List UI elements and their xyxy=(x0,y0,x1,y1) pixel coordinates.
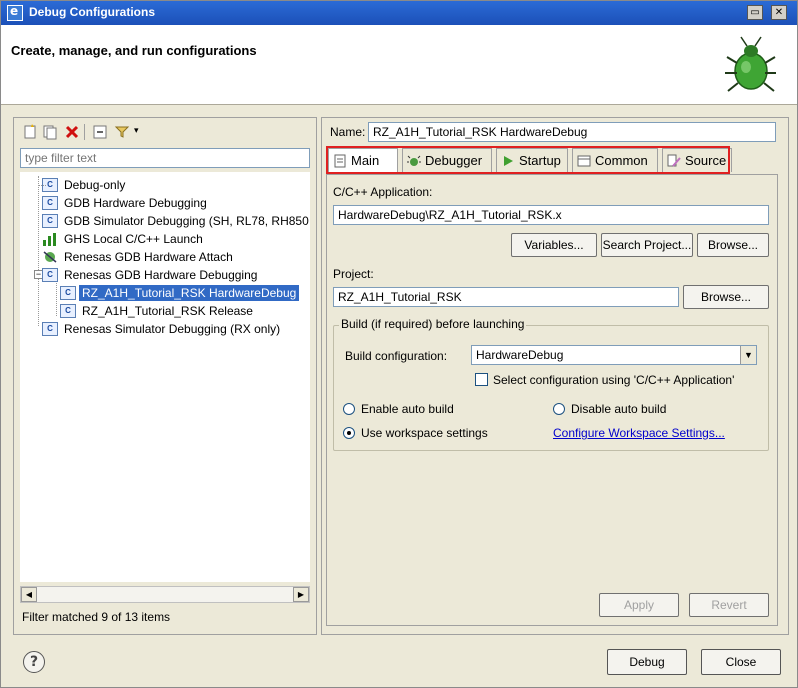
tree-item-label: Debug-only xyxy=(64,178,126,192)
tree-item-label: GDB Simulator Debugging (SH, RL78, RH850 xyxy=(64,214,309,228)
debug-button[interactable]: Debug xyxy=(607,649,687,675)
config-list-pane: ▾ C Debug-only C GDB Hardware Debugging … xyxy=(13,117,317,635)
debug-bug-icon xyxy=(725,36,776,92)
main-tab-content: C/C++ Application: HardwareDebug\RZ_A1H_… xyxy=(326,174,778,626)
eclipse-app-icon xyxy=(7,4,23,21)
config-detail-pane: Name: RZ_A1H_Tutorial_RSK HardwareDebug … xyxy=(321,117,789,635)
debug-configurations-dialog: Debug Configurations ▭ ✕ Create, manage,… xyxy=(0,0,798,688)
tree-item-renesas-gdb-hardware[interactable]: C Renesas GDB Hardware Debugging xyxy=(42,266,260,284)
use-workspace-radio[interactable] xyxy=(343,427,355,439)
select-config-checkbox[interactable] xyxy=(475,373,488,386)
tree-guide-line xyxy=(38,176,39,326)
header-title: Create, manage, and run configurations xyxy=(11,43,257,58)
tree-item-label: GHS Local C/C++ Launch xyxy=(64,232,203,246)
variables-button[interactable]: Variables... xyxy=(511,233,597,257)
attach-icon xyxy=(43,251,57,263)
tree-item-label: RZ_A1H_Tutorial_RSK HardwareDebug xyxy=(79,285,300,301)
revert-button[interactable]: Revert xyxy=(689,593,769,617)
enable-auto-build-radio[interactable] xyxy=(343,403,355,415)
scroll-right-icon[interactable]: ▶ xyxy=(293,587,309,602)
c-config-icon: C xyxy=(42,268,58,282)
c-config-icon: C xyxy=(42,322,58,336)
title-bar: Debug Configurations ▭ ✕ xyxy=(1,1,797,25)
horizontal-scrollbar[interactable]: ◀ ▶ xyxy=(20,586,310,603)
tree-item-hardwaredebug[interactable]: C RZ_A1H_Tutorial_RSK HardwareDebug xyxy=(60,284,300,302)
configure-workspace-link[interactable]: Configure Workspace Settings... xyxy=(553,426,725,440)
c-config-icon: C xyxy=(42,196,58,210)
use-workspace-label: Use workspace settings xyxy=(361,426,488,440)
filter-status: Filter matched 9 of 13 items xyxy=(22,610,171,624)
build-group-title: Build (if required) before launching xyxy=(339,317,527,331)
c-config-icon: C xyxy=(42,214,58,228)
tree-item-label: Renesas GDB Hardware Attach xyxy=(64,250,233,264)
tabs-highlight-box xyxy=(326,146,730,174)
tree-item-debug-only[interactable]: C Debug-only xyxy=(38,176,128,194)
build-config-select[interactable]: HardwareDebug ▼ xyxy=(471,345,757,365)
dropdown-arrow-icon[interactable]: ▾ xyxy=(134,126,139,136)
tree-item-ghs-launch[interactable]: GHS Local C/C++ Launch xyxy=(42,230,206,248)
name-field[interactable]: RZ_A1H_Tutorial_RSK HardwareDebug xyxy=(368,122,776,142)
dialog-header: Create, manage, and run configurations xyxy=(1,25,797,105)
select-config-label: Select configuration using 'C/C++ Applic… xyxy=(493,373,735,387)
tree-item-label: RZ_A1H_Tutorial_RSK Release xyxy=(82,304,253,318)
new-config-icon[interactable] xyxy=(22,124,38,140)
tree-item-gdb-simulator[interactable]: C GDB Simulator Debugging (SH, RL78, RH8… xyxy=(42,212,312,230)
disable-auto-build-label: Disable auto build xyxy=(571,402,667,416)
tree-branch xyxy=(38,185,46,186)
collapse-all-icon[interactable] xyxy=(92,124,108,140)
build-config-value: HardwareDebug xyxy=(476,348,564,362)
build-config-label: Build configuration: xyxy=(345,349,448,363)
app-label: C/C++ Application: xyxy=(333,185,433,199)
help-icon[interactable]: ? xyxy=(23,651,45,673)
config-tree: C Debug-only C GDB Hardware Debugging C … xyxy=(20,172,310,582)
browse-project-button[interactable]: Browse... xyxy=(683,285,769,309)
name-label: Name: xyxy=(330,125,366,139)
restore-button[interactable]: ▭ xyxy=(747,5,763,20)
tree-item-label: GDB Hardware Debugging xyxy=(64,196,207,210)
apply-button[interactable]: Apply xyxy=(599,593,679,617)
duplicate-icon[interactable] xyxy=(42,124,58,140)
ghs-icon xyxy=(43,233,56,246)
c-config-icon: C xyxy=(60,304,76,318)
tree-item-renesas-attach[interactable]: Renesas GDB Hardware Attach xyxy=(42,248,236,266)
scroll-left-icon[interactable]: ◀ xyxy=(21,587,37,602)
toolbar-separator xyxy=(84,124,85,140)
enable-auto-build-label: Enable auto build xyxy=(361,402,454,416)
tree-item-label: Renesas Simulator Debugging (RX only) xyxy=(64,322,281,336)
filter-icon[interactable] xyxy=(114,124,130,140)
tree-item-renesas-simulator[interactable]: C Renesas Simulator Debugging (RX only) xyxy=(42,320,283,338)
tree-item-label: Renesas GDB Hardware Debugging xyxy=(64,268,258,282)
filter-input[interactable] xyxy=(20,148,310,168)
c-config-icon: C xyxy=(60,286,76,300)
search-project-button[interactable]: Search Project... xyxy=(601,233,693,257)
tree-item-gdb-hardware[interactable]: C GDB Hardware Debugging xyxy=(42,194,210,212)
disable-auto-build-radio[interactable] xyxy=(553,403,565,415)
window-title: Debug Configurations xyxy=(29,5,155,19)
chevron-down-icon[interactable]: ▼ xyxy=(740,346,756,364)
project-label: Project: xyxy=(333,267,374,281)
close-button[interactable]: Close xyxy=(701,649,781,675)
tree-item-release[interactable]: C RZ_A1H_Tutorial_RSK Release xyxy=(60,302,256,320)
application-field[interactable]: HardwareDebug\RZ_A1H_Tutorial_RSK.x xyxy=(333,205,769,225)
browse-app-button[interactable]: Browse... xyxy=(697,233,769,257)
project-field[interactable]: RZ_A1H_Tutorial_RSK xyxy=(333,287,679,307)
delete-icon[interactable] xyxy=(64,124,80,140)
close-window-button[interactable]: ✕ xyxy=(771,5,787,20)
